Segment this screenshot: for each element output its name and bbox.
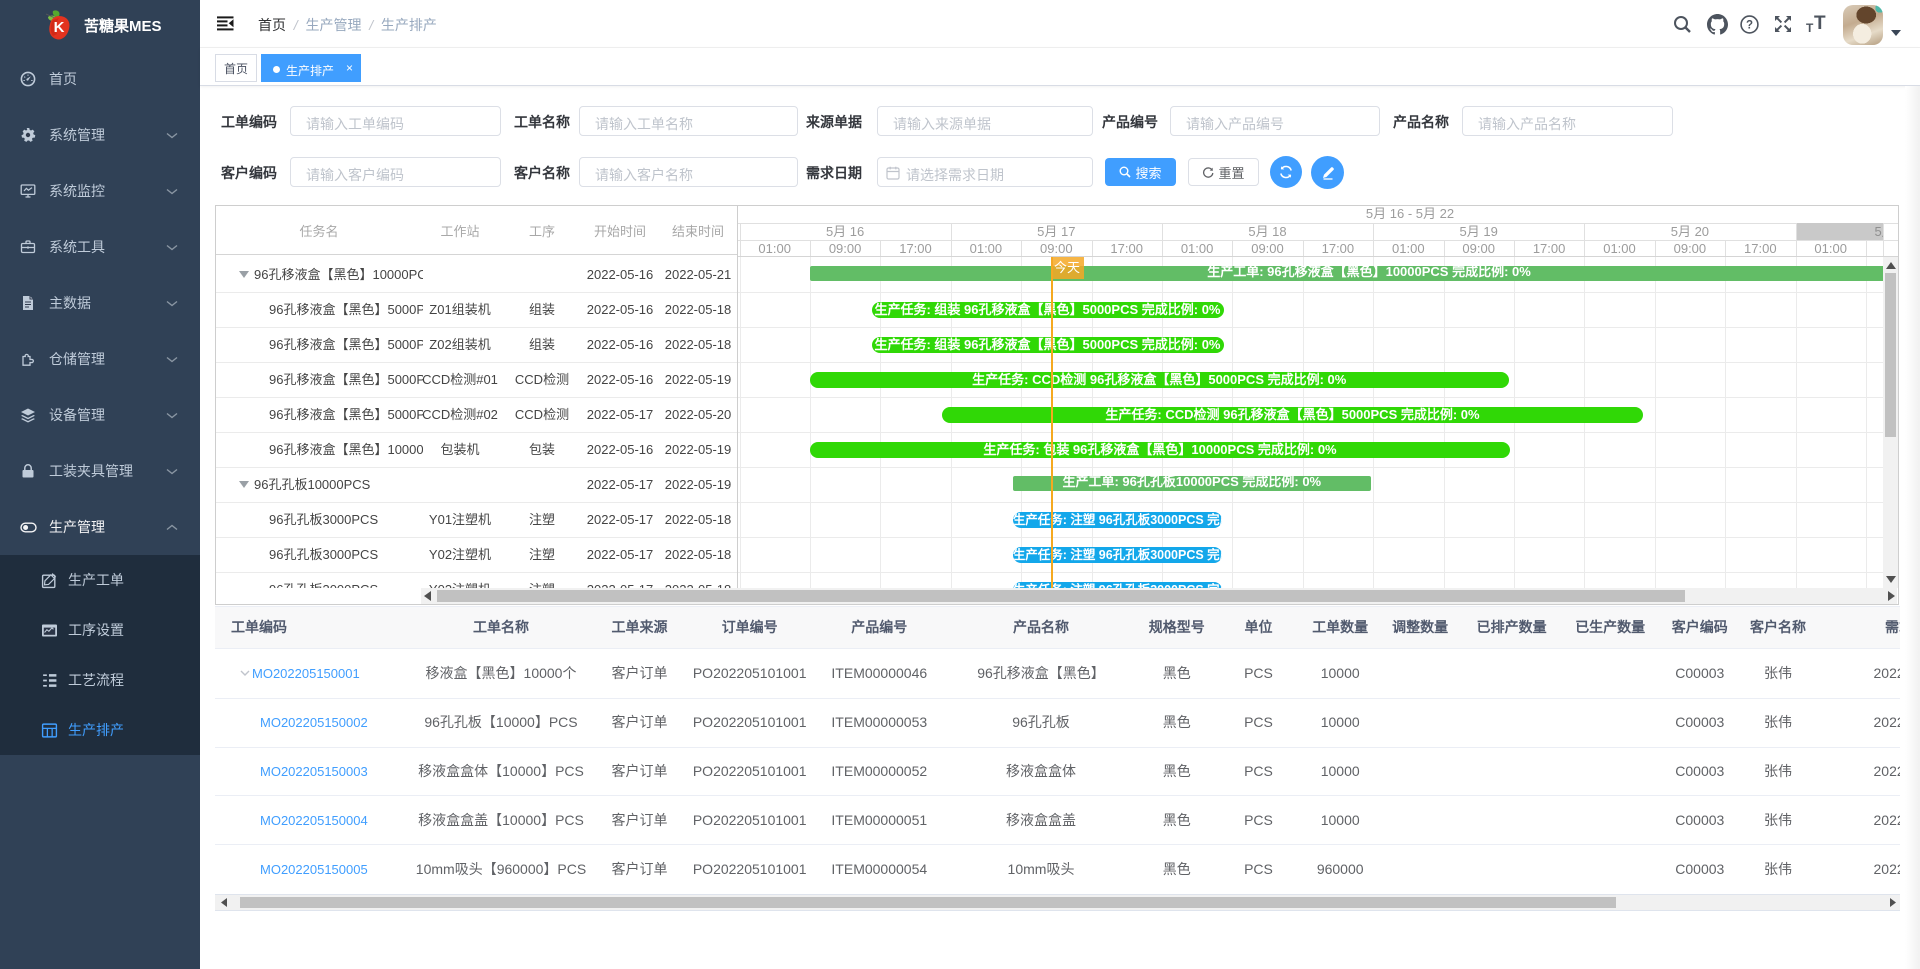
svg-text:?: ? — [1746, 20, 1753, 32]
svg-text:K: K — [54, 19, 65, 36]
